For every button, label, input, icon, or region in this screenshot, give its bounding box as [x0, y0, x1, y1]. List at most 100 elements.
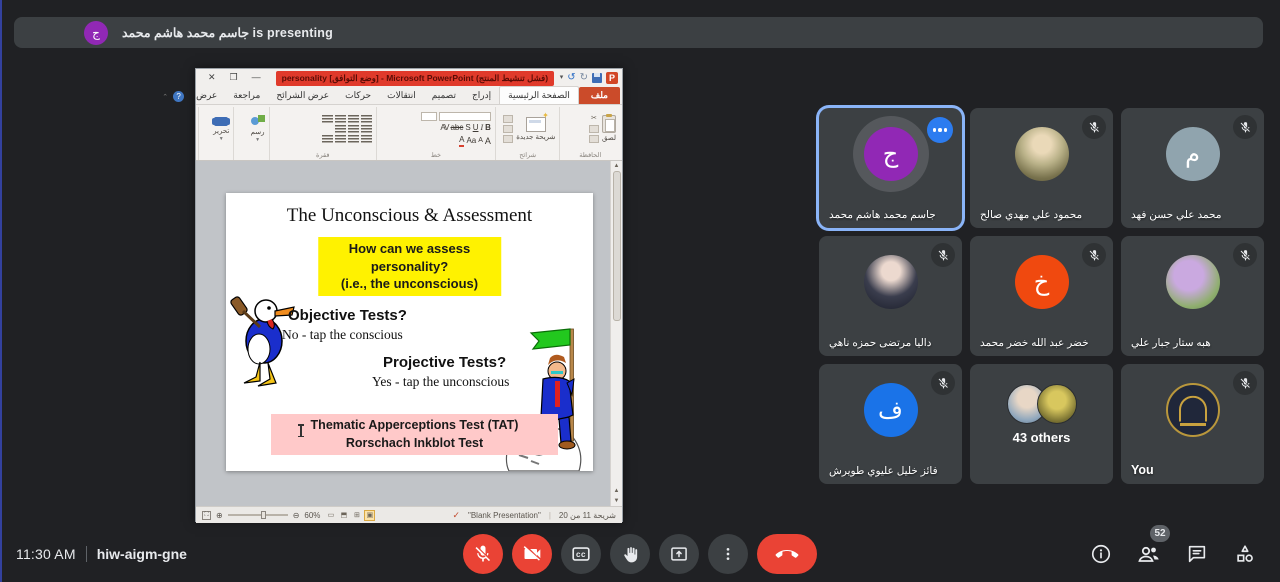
collapse-ribbon-icon[interactable]: ⌃ [162, 93, 168, 101]
tab-view[interactable]: عرض [188, 87, 225, 104]
justify-icon[interactable] [322, 135, 333, 143]
ppt-vertical-scrollbar[interactable]: ▲ ▲ ▼ [610, 161, 622, 506]
zoom-slider-thumb[interactable] [261, 511, 266, 519]
close-icon[interactable]: ✕ [208, 73, 216, 82]
reading-view-icon[interactable]: ▭ [325, 510, 336, 521]
present-screen-button[interactable] [659, 534, 699, 574]
strikethrough-button[interactable]: abc [450, 123, 463, 133]
underline-button[interactable]: U [473, 123, 479, 133]
align-center-icon[interactable] [348, 135, 359, 143]
paste-button[interactable]: لصق [602, 115, 616, 143]
normal-view-icon[interactable]: ▣ [364, 510, 375, 521]
cut-icon[interactable]: ✂ [589, 115, 599, 123]
align-right-icon[interactable] [361, 135, 372, 143]
save-icon[interactable] [592, 73, 602, 83]
italic-button[interactable]: I [480, 123, 483, 133]
participant-tile[interactable]: م محمد علي حسن فهد [1121, 108, 1264, 228]
font-size-select[interactable] [421, 112, 437, 121]
slideshow-view-icon[interactable]: ⬒ [338, 510, 349, 521]
indent-less-icon[interactable] [322, 115, 333, 123]
slide-counter: شريحة 11 من 20 [559, 511, 616, 520]
char-spacing-button[interactable]: AV [440, 123, 448, 133]
participant-grid: ج جاسم محمد هاشم محمد محمود علي مهدي صال… [819, 108, 1266, 484]
ppt-slide-workspace: The Unconscious & Assessment How can we … [196, 161, 622, 506]
activities-button[interactable] [1232, 541, 1258, 567]
zoom-out-icon[interactable]: ⊖ [293, 511, 300, 520]
maximize-icon[interactable]: ❒ [230, 73, 238, 82]
divider [86, 546, 87, 562]
participant-tile-you[interactable]: You [1121, 364, 1264, 484]
tile-options-button[interactable] [927, 117, 953, 143]
participant-tile[interactable]: ف فائز خليل عليوي طويرش [819, 364, 962, 484]
participant-tile[interactable]: هبه ستار جبار علي [1121, 236, 1264, 356]
prev-slide-icon[interactable]: ▲ [614, 486, 620, 496]
tab-file[interactable]: ملف [579, 87, 620, 104]
undo-icon[interactable]: ↺ [567, 73, 575, 83]
mic-toggle-button[interactable] [463, 534, 503, 574]
change-case-button[interactable]: Aa [466, 136, 476, 146]
shrink-font-button[interactable]: A [478, 136, 483, 146]
participant-tile[interactable]: داليا مرتضى حمزه ناهي [819, 236, 962, 356]
format-painter-icon[interactable] [589, 135, 599, 143]
more-options-button[interactable] [708, 534, 748, 574]
minimize-icon[interactable]: — [252, 73, 261, 82]
view-mode-buttons: ▭ ⬒ ⊞ ▣ [325, 510, 375, 521]
columns-icon[interactable] [335, 125, 346, 133]
captions-button[interactable]: cc [561, 534, 601, 574]
font-name-select[interactable] [439, 112, 491, 121]
others-avatar-2 [1037, 384, 1077, 424]
copy-icon[interactable] [589, 125, 599, 133]
scroll-up-icon[interactable]: ▲ [614, 161, 620, 171]
raise-hand-button[interactable] [610, 534, 650, 574]
chat-button[interactable] [1184, 541, 1210, 567]
grow-font-button[interactable]: A [485, 136, 491, 146]
participant-tile[interactable]: خ خضر عبد الله خضر محمد [970, 236, 1113, 356]
sorter-view-icon[interactable]: ⊞ [351, 510, 362, 521]
fit-to-window-icon[interactable]: ⛶ [202, 511, 211, 520]
indent-more-icon[interactable] [335, 115, 346, 123]
text-direction-icon[interactable] [348, 125, 359, 133]
bullets-icon[interactable] [361, 115, 372, 123]
participants-button[interactable]: 52 [1136, 541, 1162, 567]
participant-tile-others[interactable]: 43 others [970, 364, 1113, 484]
ppt-window-title: personality [وضع التوافق] - Microsoft Po… [276, 71, 554, 86]
help-icon[interactable]: ? [173, 91, 184, 102]
qat-customize-icon[interactable]: ▾ [560, 73, 564, 83]
layout-icon[interactable] [503, 115, 513, 123]
scroll-thumb[interactable] [613, 171, 621, 321]
tab-slideshow[interactable]: عرض الشرائح [268, 87, 337, 104]
meeting-details-button[interactable] [1088, 541, 1114, 567]
presenting-banner: ج جاسم محمد هاشم محمد is presenting [14, 17, 1263, 48]
end-call-button[interactable] [757, 534, 817, 574]
numbering-icon[interactable] [348, 115, 359, 123]
participant-tile-presenter[interactable]: ج جاسم محمد هاشم محمد [819, 108, 962, 228]
drawing-button[interactable]: رسم ▼ [251, 115, 265, 143]
new-slide-button[interactable]: شريحة جديدة [516, 117, 555, 142]
section-icon[interactable] [503, 135, 513, 143]
tab-insert[interactable]: إدراج [464, 87, 499, 104]
tab-review[interactable]: مراجعة [225, 87, 268, 104]
text-shadow-button[interactable]: S [465, 123, 470, 133]
presenting-status: is presenting [253, 26, 333, 40]
camera-toggle-button[interactable] [512, 534, 552, 574]
spellcheck-icon[interactable]: ✓ [452, 510, 460, 521]
tab-animations[interactable]: حركات [337, 87, 379, 104]
tab-home[interactable]: الصفحة الرئيسية [499, 86, 579, 104]
editing-button[interactable]: تحرير ▼ [213, 117, 229, 142]
tab-design[interactable]: تصميم [424, 87, 464, 104]
mic-off-icon [931, 371, 955, 395]
participant-tile[interactable]: محمود علي مهدي صالح [970, 108, 1113, 228]
participant-avatar: ج [864, 127, 918, 181]
tab-transitions[interactable]: انتقالات [379, 87, 424, 104]
slide-canvas[interactable]: The Unconscious & Assessment How can we … [226, 193, 593, 471]
bold-button[interactable]: B [485, 123, 491, 133]
line-spacing-icon[interactable] [361, 125, 372, 133]
redo-icon[interactable]: ↻ [580, 73, 588, 83]
zoom-in-icon[interactable]: ⊕ [216, 511, 223, 520]
text-cursor [300, 425, 302, 436]
font-color-button[interactable]: A [459, 135, 464, 147]
next-slide-icon[interactable]: ▼ [614, 496, 620, 506]
align-left-icon[interactable] [335, 135, 346, 143]
reset-icon[interactable] [503, 125, 513, 133]
zoom-slider[interactable] [228, 514, 288, 516]
